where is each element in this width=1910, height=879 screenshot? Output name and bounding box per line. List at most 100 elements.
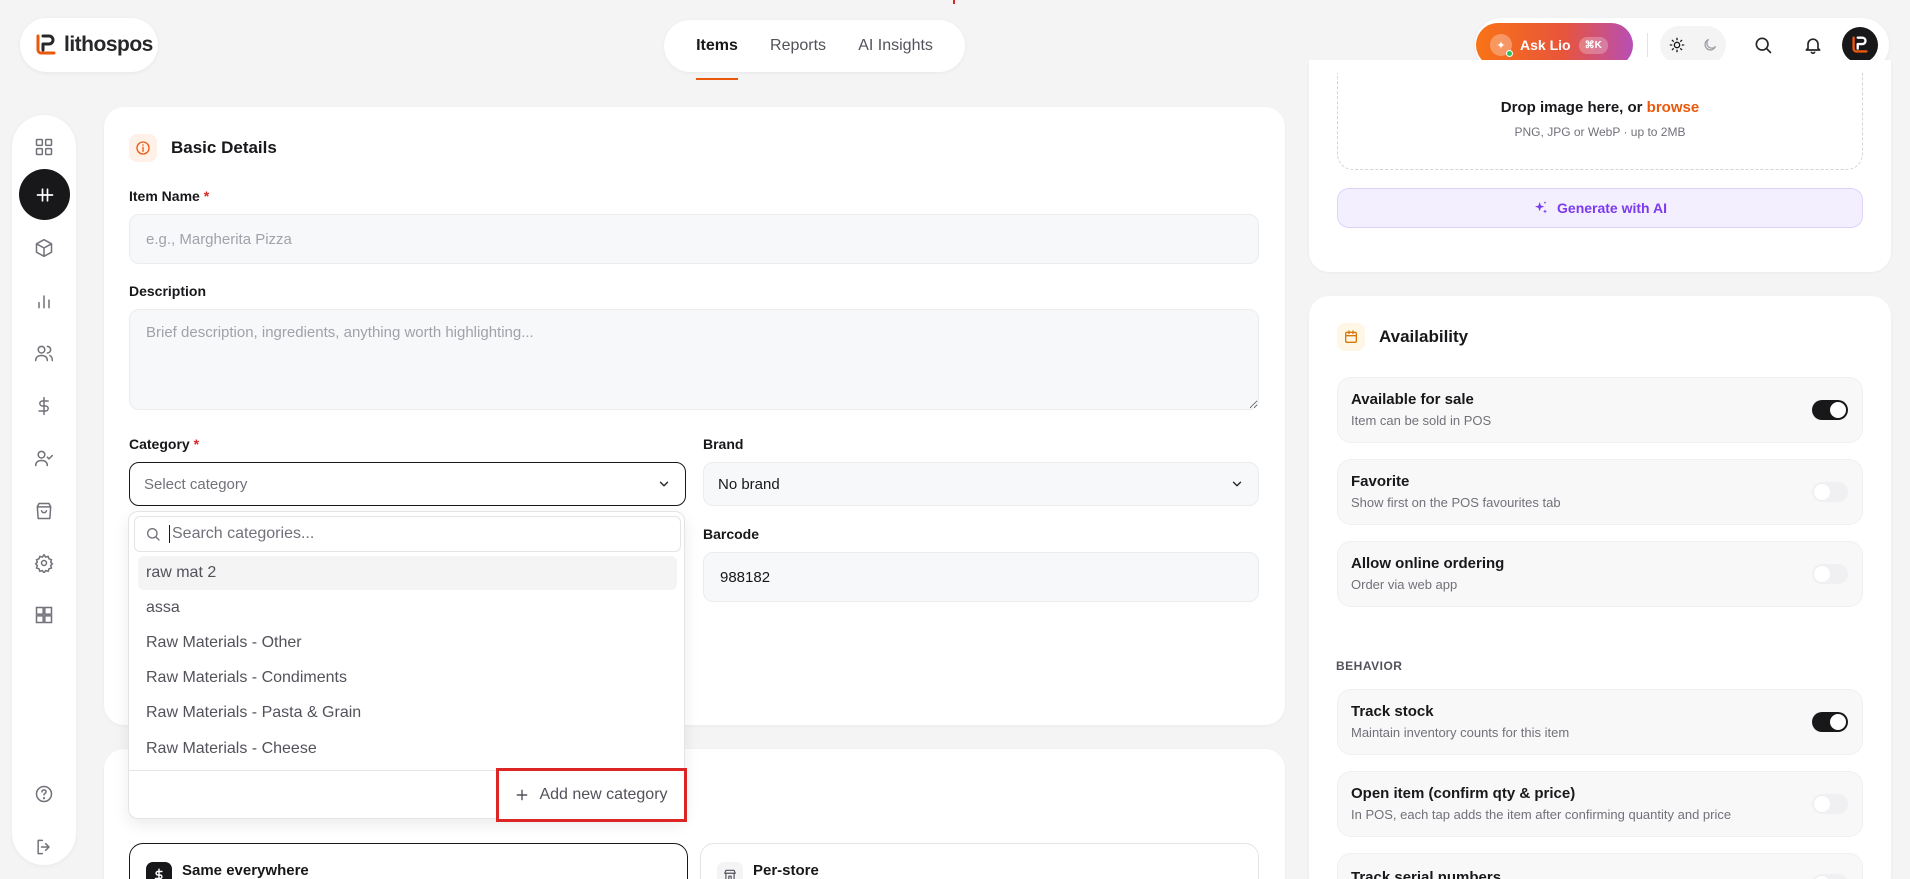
sidebar-item-products[interactable] xyxy=(24,228,64,268)
option-per-store-label: Per-store xyxy=(753,862,819,879)
sidebar-item-finance[interactable] xyxy=(24,386,64,426)
tab-reports[interactable]: Reports xyxy=(770,20,826,72)
category-select-value: Select category xyxy=(144,475,248,493)
availability-header: Availability xyxy=(1337,323,1468,351)
row-title: Track serial numbers xyxy=(1351,869,1502,879)
sidebar xyxy=(12,115,76,865)
sidebar-item-staff[interactable] xyxy=(24,438,64,478)
sidebar-item-customers[interactable] xyxy=(24,333,64,373)
sidebar-item-apps[interactable] xyxy=(24,595,64,635)
sidebar-item-logout[interactable] xyxy=(24,827,64,867)
description-textarea[interactable] xyxy=(129,309,1259,410)
sidebar-item-settings[interactable] xyxy=(24,543,64,583)
category-label-text: Category xyxy=(129,436,190,452)
category-search-input[interactable] xyxy=(169,525,649,543)
available-for-sale-toggle[interactable] xyxy=(1812,400,1848,420)
sidebar-item-pos[interactable] xyxy=(19,169,70,220)
row-title: Track stock xyxy=(1351,703,1434,720)
row-title: Allow online ordering xyxy=(1351,555,1505,572)
info-icon xyxy=(129,134,157,162)
option-same-everywhere-label: Same everywhere xyxy=(182,862,309,879)
bell-icon xyxy=(1805,38,1821,55)
user-check-icon xyxy=(34,450,54,467)
category-option[interactable]: raw mat 2 xyxy=(138,556,677,590)
category-option[interactable]: Raw Materials - Other xyxy=(138,626,677,660)
sun-icon[interactable] xyxy=(1669,37,1685,53)
category-search[interactable] xyxy=(134,516,681,552)
avatar-logo-icon xyxy=(1852,36,1868,53)
open-item-toggle[interactable] xyxy=(1812,794,1848,814)
moon-icon[interactable] xyxy=(1702,37,1718,53)
sidebar-item-dashboard[interactable] xyxy=(24,127,64,167)
drop-hint: PNG, JPG or WebP · up to 2MB xyxy=(1514,125,1686,139)
box-icon xyxy=(35,238,53,258)
bar-chart-icon xyxy=(38,295,50,309)
pos-terminal-icon xyxy=(36,187,53,202)
brand-logo[interactable]: lithospos xyxy=(20,18,158,72)
sidebar-item-orders[interactable] xyxy=(24,491,64,531)
category-select[interactable]: Select category xyxy=(129,462,686,506)
row-subtitle: Show first on the POS favourites tab xyxy=(1351,495,1561,510)
tab-items[interactable]: Items xyxy=(696,20,738,80)
sidebar-item-help[interactable] xyxy=(24,774,64,814)
brand-select-value: No brand xyxy=(718,475,780,493)
help-icon xyxy=(35,785,53,803)
toggle-knob xyxy=(1814,484,1830,500)
category-option[interactable]: assa xyxy=(138,591,677,625)
generate-with-ai-button[interactable]: Generate with AI xyxy=(1337,188,1863,228)
tab-ai-insights[interactable]: AI Insights xyxy=(858,20,933,72)
open-item-row: Open item (confirm qty & price) In POS, … xyxy=(1337,771,1863,837)
dollar-icon xyxy=(38,396,49,416)
required-mark: * xyxy=(203,188,210,204)
chevron-down-icon xyxy=(1232,481,1242,487)
online-dot xyxy=(1506,50,1513,57)
brand-name: lithospos xyxy=(64,33,153,56)
category-option[interactable]: Raw Materials - Pasta & Grain xyxy=(138,696,677,730)
required-mark: * xyxy=(193,436,200,452)
drop-text: Drop image here, or browse xyxy=(1338,99,1862,116)
sparkles-icon xyxy=(1535,201,1548,214)
row-subtitle: Maintain inventory counts for this item xyxy=(1351,725,1570,740)
row-subtitle: Order via web app xyxy=(1351,577,1458,592)
barcode-label: Barcode xyxy=(703,526,760,542)
users-icon xyxy=(34,345,54,362)
option-same-everywhere[interactable]: Same everywhere xyxy=(129,843,688,879)
toggle-knob xyxy=(1830,402,1846,418)
calendar-icon xyxy=(1337,323,1365,351)
item-name-label: Item Name * xyxy=(129,188,209,204)
dashboard-grid-icon xyxy=(35,138,53,156)
sidebar-item-reports[interactable] xyxy=(24,281,64,321)
allow-online-ordering-toggle[interactable] xyxy=(1812,564,1848,584)
category-option[interactable]: Raw Materials - Condiments xyxy=(138,661,677,695)
basic-details-header: Basic Details xyxy=(129,134,277,162)
store-icon xyxy=(717,862,743,879)
ask-lio-label: Ask Lio xyxy=(1520,37,1571,53)
plus-icon xyxy=(517,789,528,801)
barcode-input[interactable] xyxy=(703,552,1259,602)
toggle-knob xyxy=(1814,566,1830,582)
track-serial-numbers-toggle[interactable] xyxy=(1812,874,1848,879)
sparkle-icon: ✦ xyxy=(1490,34,1513,57)
theme-toggle[interactable] xyxy=(1660,26,1726,64)
dollar-icon xyxy=(146,862,172,879)
description-label: Description xyxy=(129,283,207,299)
availability-title: Availability xyxy=(1379,327,1469,346)
brand-select[interactable]: No brand xyxy=(703,462,1259,506)
item-name-input[interactable] xyxy=(129,214,1259,264)
category-option[interactable]: Raw Materials - Cheese xyxy=(138,732,677,766)
image-drop-zone[interactable]: Drop image here, or browse PNG, JPG or W… xyxy=(1337,73,1863,170)
behavior-section-label: BEHAVIOR xyxy=(1336,659,1403,673)
item-name-label-text: Item Name xyxy=(129,188,200,204)
option-per-store[interactable]: Per-store xyxy=(700,843,1259,879)
add-new-category-button[interactable]: Add new category xyxy=(496,768,687,822)
track-stock-row: Track stock Maintain inventory counts fo… xyxy=(1337,689,1863,755)
available-for-sale-row: Available for sale Item can be sold in P… xyxy=(1337,377,1863,443)
browse-link[interactable]: browse xyxy=(1647,99,1700,116)
chevron-down-icon xyxy=(659,481,669,487)
add-new-category-label: Add new category xyxy=(539,786,668,803)
favorite-toggle[interactable] xyxy=(1812,482,1848,502)
generate-with-ai-label: Generate with AI xyxy=(1557,200,1667,216)
toggle-knob xyxy=(1814,796,1830,812)
track-stock-toggle[interactable] xyxy=(1812,712,1848,732)
user-avatar[interactable] xyxy=(1842,27,1878,63)
